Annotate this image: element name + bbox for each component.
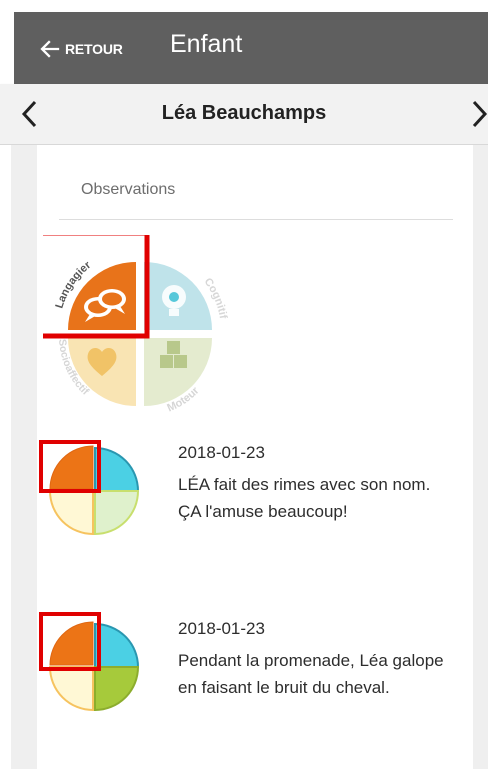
child-name: Léa Beauchamps bbox=[161, 102, 327, 124]
observation-list-item[interactable]: 2018-01-23 Pendant la promenade, Léa gal… bbox=[37, 612, 473, 749]
observation-text: Pendant la promenade, Léa galope en fais… bbox=[178, 651, 444, 697]
left-scroll-area bbox=[0, 145, 11, 769]
page-title: Enfant bbox=[170, 30, 243, 58]
socioaffectif-domain-segment[interactable] bbox=[68, 338, 136, 406]
domain-highlight-box bbox=[39, 612, 101, 671]
back-arrow-icon bbox=[40, 40, 60, 58]
observations-content: Observations Langagier Cognitif Socioaff… bbox=[0, 145, 488, 769]
domain-highlight-box bbox=[39, 440, 101, 493]
moteur-domain-segment[interactable] bbox=[144, 338, 212, 406]
observations-section-title: Observations bbox=[81, 181, 176, 198]
back-button-label: RETOUR bbox=[65, 41, 123, 57]
observation-date: 2018-01-23 bbox=[178, 619, 265, 638]
next-child-chevron-right-icon[interactable] bbox=[468, 99, 488, 129]
observation-list-item[interactable]: 2018-01-23 LÉA fait des rimes avec son n… bbox=[37, 440, 473, 593]
observation-text: LÉA fait des rimes avec son nom. ÇA l'am… bbox=[178, 475, 431, 521]
section-divider bbox=[59, 219, 453, 220]
cognitif-domain-segment[interactable] bbox=[144, 262, 212, 330]
top-app-bar: RETOUR Enfant bbox=[14, 12, 488, 84]
observations-card: Observations Langagier Cognitif Socioaff… bbox=[37, 145, 473, 769]
development-domain-wheel: Langagier Cognitif Socioaffectif Moteur bbox=[43, 235, 229, 414]
langagier-domain-segment[interactable] bbox=[68, 262, 136, 330]
child-navigation-bar: Léa Beauchamps bbox=[0, 84, 488, 145]
back-button[interactable]: RETOUR bbox=[38, 34, 123, 64]
child-observations-screen: RETOUR Enfant Léa Beauchamps Observation… bbox=[0, 0, 488, 769]
observation-date: 2018-01-23 bbox=[178, 443, 265, 462]
